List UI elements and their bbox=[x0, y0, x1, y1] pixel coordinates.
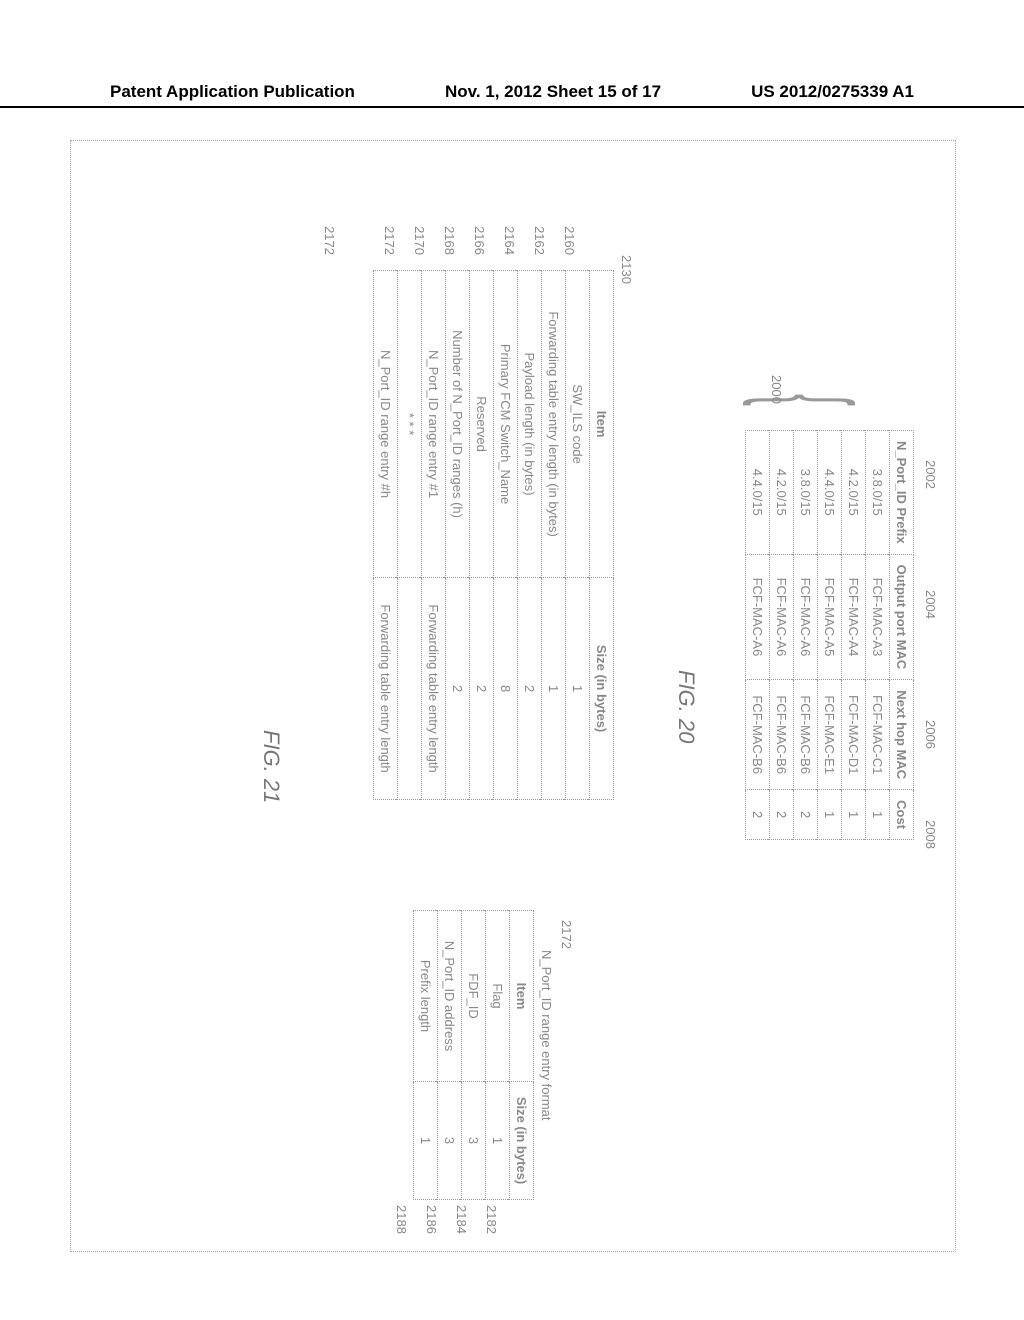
header-center: Nov. 1, 2012 Sheet 15 of 17 bbox=[445, 82, 661, 102]
cell: 3.8.0/15 bbox=[794, 431, 818, 555]
cell: Forwarding table entry length bbox=[422, 578, 446, 800]
cell: Flag bbox=[486, 911, 510, 1082]
cell: N_Port_ID range entry #1 bbox=[422, 271, 446, 578]
fig21-right-table: Item Size (in bytes) Flag1 FDF_ID3 N_Por… bbox=[413, 910, 534, 1200]
cell: * * * bbox=[398, 271, 422, 578]
cell: 1 bbox=[866, 790, 890, 840]
cell: 3.8.0/15 bbox=[866, 431, 890, 555]
row-ref: 2170 bbox=[412, 205, 427, 255]
cell: 1 bbox=[486, 1082, 510, 1200]
row-ref: 2186 bbox=[424, 1205, 439, 1265]
cell: FCF-MAC-A4 bbox=[842, 554, 866, 680]
cell: FCF-MAC-C1 bbox=[866, 680, 890, 790]
cell: 4.4.0/15 bbox=[818, 431, 842, 555]
cell: FDF_ID bbox=[462, 911, 486, 1082]
cell: N_Port_ID address bbox=[438, 911, 462, 1082]
cell: 1 bbox=[542, 578, 566, 800]
row-ref: 2164 bbox=[502, 205, 517, 255]
cell: FCF-MAC-D1 bbox=[842, 680, 866, 790]
cell: 3 bbox=[462, 1082, 486, 1200]
cell: 2 bbox=[794, 790, 818, 840]
cell: 2 bbox=[770, 790, 794, 840]
cell: FCF-MAC-A3 bbox=[866, 554, 890, 680]
fig21-left-h-size: Size (in bytes) bbox=[590, 578, 614, 800]
cell: FCF-MAC-B6 bbox=[746, 680, 770, 790]
cell: 2 bbox=[746, 790, 770, 840]
fig20-col-cost: Cost bbox=[890, 790, 914, 840]
cell: 4.2.0/15 bbox=[770, 431, 794, 555]
col-ref-2008: 2008 bbox=[923, 820, 938, 849]
fig21-caption: FIG. 21 bbox=[258, 730, 284, 803]
cell: FCF-MAC-A6 bbox=[746, 554, 770, 680]
row-ref: 2182 bbox=[484, 1205, 499, 1265]
cell: 1 bbox=[566, 578, 590, 800]
cell: FCF-MAC-B6 bbox=[794, 680, 818, 790]
fig20-col-outmac: Output port MAC bbox=[890, 554, 914, 680]
fig20-col-prefix: N_Port_ID Prefix bbox=[890, 431, 914, 555]
cell: 3 bbox=[438, 1082, 462, 1200]
fig21-left-h-item: Item bbox=[590, 271, 614, 578]
table-ref-2000: 2000 bbox=[769, 375, 784, 404]
cell: 1 bbox=[842, 790, 866, 840]
header-left: Patent Application Publication bbox=[110, 82, 355, 102]
cell: FCF-MAC-E1 bbox=[818, 680, 842, 790]
cell: 8 bbox=[494, 578, 518, 800]
col-ref-2004: 2004 bbox=[923, 590, 938, 619]
fig21-right-h-size: Size (in bytes) bbox=[510, 1082, 534, 1200]
cell: 4.2.0/15 bbox=[842, 431, 866, 555]
row-ref: 2160 bbox=[562, 205, 577, 255]
cell: FCF-MAC-A6 bbox=[770, 554, 794, 680]
cell bbox=[398, 578, 422, 800]
cell: Prefix length bbox=[414, 911, 438, 1082]
cell: FCF-MAC-B6 bbox=[770, 680, 794, 790]
row-ref: 2172 bbox=[322, 205, 337, 255]
header-right: US 2012/0275339 A1 bbox=[751, 82, 914, 102]
col-ref-2006: 2006 bbox=[923, 720, 938, 749]
fig20-table: N_Port_ID Prefix Output port MAC Next ho… bbox=[745, 430, 914, 840]
cell: Forwarding table entry length bbox=[374, 578, 398, 800]
cell: Number of N_Port_ID ranges (h) bbox=[446, 271, 470, 578]
fig21-right-h-item: Item bbox=[510, 911, 534, 1082]
cell: 2 bbox=[518, 578, 542, 800]
row-ref: 2188 bbox=[394, 1205, 409, 1265]
cell: Reserved bbox=[470, 271, 494, 578]
fig21-right-ref: 2172 bbox=[559, 920, 574, 949]
cell: 2 bbox=[470, 578, 494, 800]
row-ref: 2166 bbox=[472, 205, 487, 255]
cell: 2 bbox=[446, 578, 470, 800]
col-ref-2002: 2002 bbox=[923, 460, 938, 489]
cell: N_Port_ID range entry #h bbox=[374, 271, 398, 578]
cell: 1 bbox=[414, 1082, 438, 1200]
fig21-right-title: N_Port_ID range entry format bbox=[539, 950, 554, 1121]
fig21-left-ref: 2130 bbox=[619, 255, 634, 284]
fig20-col-nexthop: Next hop MAC bbox=[890, 680, 914, 790]
cell: 4.4.0/15 bbox=[746, 431, 770, 555]
figure-content: 2002 2004 2006 2008 N_Port_ID Prefix Out… bbox=[0, 263, 1024, 1127]
row-ref: 2162 bbox=[532, 205, 547, 255]
fig20-caption: FIG. 20 bbox=[673, 670, 699, 743]
row-ref: 2184 bbox=[454, 1205, 469, 1265]
row-ref: 2168 bbox=[442, 205, 457, 255]
fig21-left-table: Item Size (in bytes) SW_ILS code1 Forwar… bbox=[373, 270, 614, 800]
cell: Primary FCM Switch_Name bbox=[494, 271, 518, 578]
row-ref: 2172 bbox=[382, 205, 397, 255]
cell: Payload length (in bytes) bbox=[518, 271, 542, 578]
page-header: Patent Application Publication Nov. 1, 2… bbox=[0, 82, 1024, 108]
cell: FCF-MAC-A5 bbox=[818, 554, 842, 680]
cell: 1 bbox=[818, 790, 842, 840]
cell: SW_ILS code bbox=[566, 271, 590, 578]
cell: FCF-MAC-A6 bbox=[794, 554, 818, 680]
cell: Forwarding table entry length (in bytes) bbox=[542, 271, 566, 578]
